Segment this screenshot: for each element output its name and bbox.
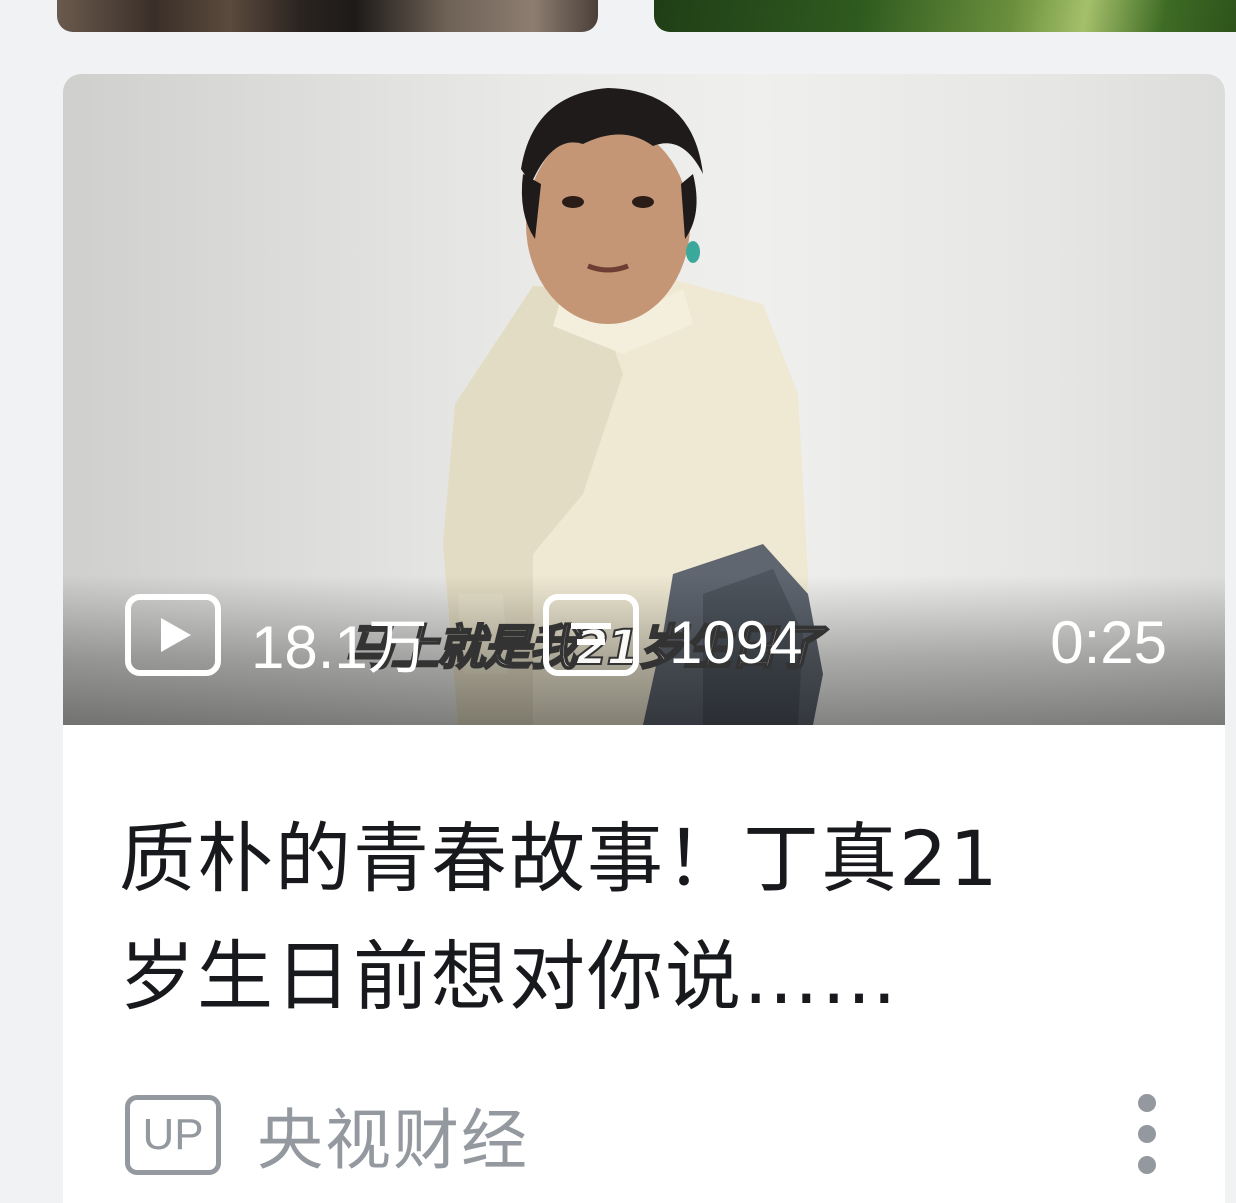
previous-video-card-left[interactable] bbox=[57, 0, 598, 32]
video-duration: 0:25 bbox=[1050, 609, 1167, 676]
video-title-line-2: 岁生日前想对你说…… bbox=[119, 932, 899, 1021]
danmaku-count-text: 1094 bbox=[669, 608, 803, 676]
danmaku-count: 1094 bbox=[543, 594, 803, 682]
feed-page: 马上就是我21岁生日了 18.1万 1094 0:25 质朴的青春故事！丁真21… bbox=[0, 0, 1236, 1203]
play-count-icon bbox=[125, 594, 221, 690]
previous-video-card-right[interactable] bbox=[654, 0, 1236, 32]
author-name[interactable]: 央视财经 bbox=[257, 1087, 529, 1183]
video-title[interactable]: 质朴的青春故事！丁真21 岁生日前想对你说…… bbox=[119, 800, 1179, 1036]
more-dot bbox=[1138, 1156, 1156, 1174]
more-vertical-icon[interactable] bbox=[1127, 1094, 1167, 1174]
author-row[interactable]: UP 央视财经 bbox=[125, 1090, 529, 1180]
view-count-text: 18.1万 bbox=[251, 613, 428, 681]
view-count: 18.1万 bbox=[125, 594, 428, 682]
up-badge-icon: UP bbox=[125, 1095, 221, 1175]
video-card[interactable]: 马上就是我21岁生日了 18.1万 1094 0:25 质朴的青春故事！丁真21… bbox=[63, 74, 1225, 1203]
video-title-line-1: 质朴的青春故事！丁真21 bbox=[119, 814, 1000, 903]
danmaku-icon bbox=[543, 594, 639, 690]
more-dot bbox=[1138, 1094, 1156, 1112]
video-thumbnail[interactable]: 马上就是我21岁生日了 18.1万 1094 0:25 bbox=[63, 74, 1225, 725]
more-dot bbox=[1138, 1125, 1156, 1143]
